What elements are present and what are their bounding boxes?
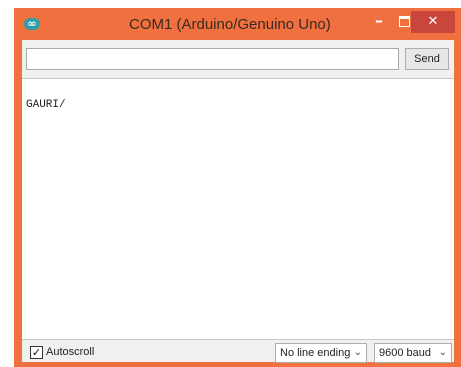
chevron-down-icon: ⌄: [353, 347, 362, 358]
serial-output-area[interactable]: GAURI/: [22, 78, 454, 340]
line-ending-value: No line ending: [280, 347, 351, 359]
serial-monitor-window: ∞ COM1 (Arduino/Genuino Uno) – ✕ Send GA…: [14, 8, 461, 367]
arduino-infinity-icon: ∞: [24, 17, 40, 30]
serial-send-input[interactable]: [26, 48, 399, 70]
send-button[interactable]: Send: [405, 48, 449, 70]
screen: ∞ COM1 (Arduino/Genuino Uno) – ✕ Send GA…: [0, 0, 461, 367]
serial-output-text: GAURI/: [26, 99, 66, 111]
minimize-button[interactable]: –: [367, 11, 391, 33]
line-ending-select[interactable]: No line ending ⌄: [275, 343, 367, 363]
window-title: COM1 (Arduino/Genuino Uno): [129, 16, 331, 33]
title-bar[interactable]: ∞ COM1 (Arduino/Genuino Uno) – ✕: [14, 8, 461, 40]
baud-rate-select[interactable]: 9600 baud ⌄: [374, 343, 452, 363]
close-button[interactable]: ✕: [411, 11, 455, 33]
send-bar: Send: [26, 48, 450, 70]
minimize-icon: –: [375, 11, 383, 30]
checkbox-checked-icon[interactable]: ✓: [30, 346, 43, 359]
status-footer: ✓ Autoscroll No line ending ⌄ 9600 baud …: [22, 340, 454, 363]
chevron-down-icon: ⌄: [438, 347, 447, 358]
close-icon: ✕: [427, 14, 439, 29]
baud-rate-value: 9600 baud: [379, 347, 431, 359]
serial-monitor-body: Send GAURI/ ✓ Autoscroll No line ending …: [22, 40, 454, 363]
maximize-icon: [399, 16, 410, 27]
autoscroll-label: Autoscroll: [46, 346, 95, 358]
